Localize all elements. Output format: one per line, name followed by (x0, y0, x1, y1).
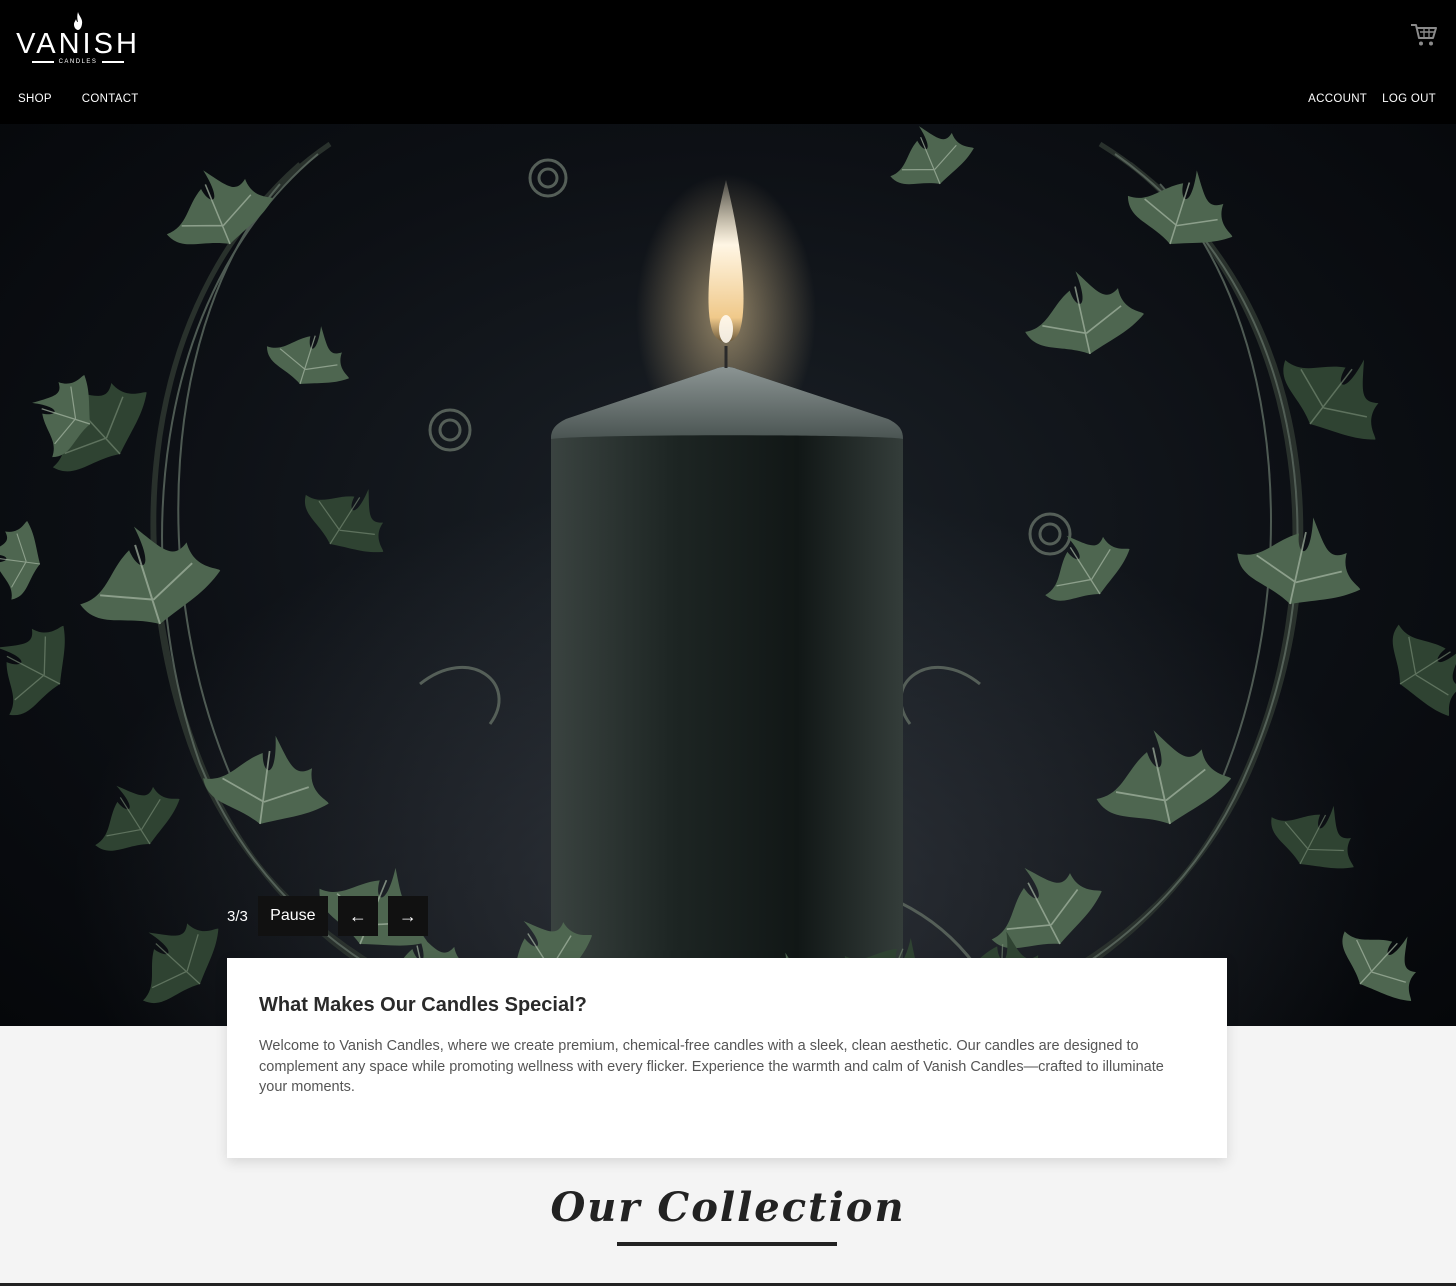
hero-slider: 3/3 Pause ← → (0, 124, 1456, 1026)
slide-counter: 3/3 (227, 907, 248, 925)
brand-tagline: CANDLES (58, 59, 98, 65)
primary-nav: SHOP CONTACT (18, 93, 169, 105)
collection-title: Our Collection (550, 1184, 906, 1231)
cart-icon[interactable] (1410, 22, 1438, 48)
site-header: VANISH CANDLES SHOP CONTACT ACCOUNT LOG … (0, 0, 1456, 124)
account-nav: ACCOUNT LOG OUT (1293, 93, 1436, 105)
intro-card: What Makes Our Candles Special? Welcome … (227, 958, 1227, 1158)
collection-title-underline (617, 1242, 837, 1246)
nav-account-link[interactable]: ACCOUNT (1308, 93, 1367, 105)
prev-slide-button[interactable]: ← (337, 896, 378, 936)
brand-logo[interactable]: VANISH CANDLES (14, 12, 142, 68)
intro-heading: What Makes Our Candles Special? (259, 994, 587, 1016)
nav-logout-link[interactable]: LOG OUT (1382, 93, 1436, 105)
intro-body: Welcome to Vanish Candles, where we crea… (259, 1038, 1164, 1095)
hero-candle-image (0, 124, 1456, 1026)
nav-contact-link[interactable]: CONTACT (82, 93, 139, 105)
brand-name: VANISH (16, 28, 140, 60)
nav-shop-link[interactable]: SHOP (18, 93, 52, 105)
slider-controls: 3/3 Pause ← → (227, 896, 428, 936)
next-slide-button[interactable]: → (387, 896, 428, 936)
pause-button[interactable]: Pause (257, 896, 328, 936)
